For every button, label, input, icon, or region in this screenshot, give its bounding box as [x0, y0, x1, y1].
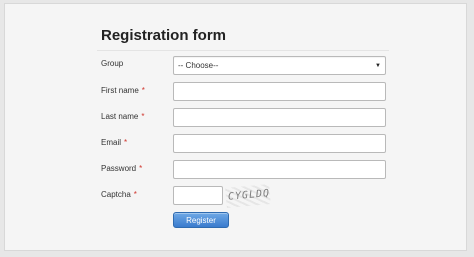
- group-selected-value: -- Choose--: [178, 61, 219, 70]
- email-label-text: Email: [101, 138, 122, 147]
- required-marker: *: [141, 86, 145, 95]
- last-name-label: Last name *: [101, 112, 144, 121]
- register-button[interactable]: Register: [173, 212, 229, 228]
- password-label-text: Password: [101, 164, 137, 173]
- captcha-input[interactable]: [173, 186, 223, 205]
- first-name-input[interactable]: [173, 82, 386, 101]
- group-label: Group: [101, 59, 123, 68]
- required-marker: *: [133, 190, 137, 199]
- email-label: Email *: [101, 138, 127, 147]
- group-label-text: Group: [101, 59, 124, 68]
- first-name-label-text: First name: [101, 86, 139, 95]
- last-name-input[interactable]: [173, 108, 386, 127]
- required-marker: *: [139, 164, 143, 173]
- last-name-label-text: Last name: [101, 112, 139, 121]
- group-select[interactable]: -- Choose-- ▼: [173, 56, 386, 75]
- captcha-label: Captcha *: [101, 190, 137, 199]
- first-name-label: First name *: [101, 86, 145, 95]
- required-marker: *: [141, 112, 145, 121]
- required-marker: *: [124, 138, 128, 147]
- password-label: Password *: [101, 164, 142, 173]
- title-divider: [97, 50, 389, 51]
- form-title: Registration form: [101, 27, 227, 44]
- captcha-image: CYGLDQ: [225, 184, 271, 208]
- captcha-label-text: Captcha: [101, 190, 131, 199]
- registration-panel: [4, 3, 467, 251]
- caret-down-icon: ▼: [375, 62, 381, 69]
- password-input[interactable]: [173, 160, 386, 179]
- email-input[interactable]: [173, 134, 386, 153]
